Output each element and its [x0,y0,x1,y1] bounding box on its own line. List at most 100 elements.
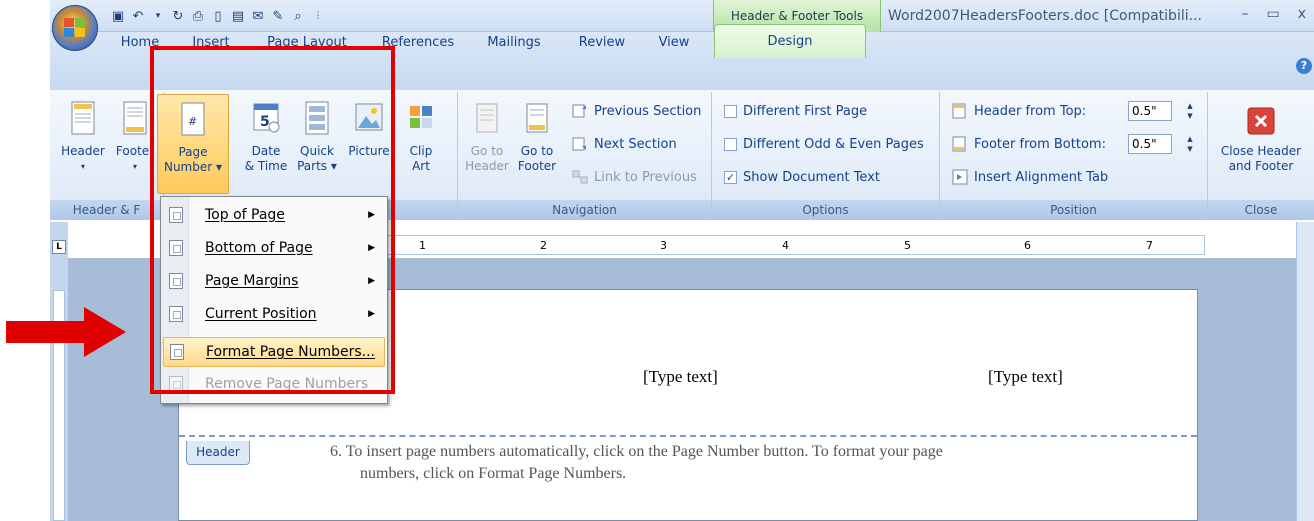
page-number-menu: Top of Page ▶ Bottom of Page ▶ Page Marg… [160,196,388,404]
menu-item-page-margins[interactable]: Page Margins ▶ [163,266,385,296]
show-document-text-label: Show Document Text [743,169,880,185]
header-button[interactable]: Header ▾ [56,100,110,174]
customize-qat-icon[interactable]: ⫶ [310,8,326,24]
tab-design[interactable]: Design [714,24,866,58]
menu-item-format-page-numbers[interactable]: Format Page Numbers... [163,337,385,367]
close-button[interactable]: x [1298,6,1306,22]
instruction-text: 6. To insert page numbers automatically,… [330,441,1160,485]
submenu-arrow-icon: ▶ [368,276,375,286]
menu-item-current-position[interactable]: Current Position ▶ [163,299,385,329]
menu-item-remove-page-numbers[interactable]: Remove Page Numbers [163,369,385,399]
alignment-tab-icon [952,169,968,185]
quick-parts-label-1: Quick [300,144,334,158]
footer-from-bottom-row: Footer from Bottom: [952,133,1106,155]
tab-review[interactable]: Review [574,32,630,54]
different-odd-even-label: Different Odd & Even Pages [743,136,924,152]
instruction-line-1: 6. To insert page numbers automatically,… [330,443,943,460]
instruction-line-2: numbers, click on Format Page Numbers. [360,465,627,482]
quick-parts-button[interactable]: Quick Parts ▾ [292,100,342,174]
clip-art-button[interactable]: Clip Art [398,100,444,174]
tab-selector-button[interactable]: L [52,240,66,254]
header-from-top-spinner[interactable]: ▲ ▼ [1184,101,1196,121]
format-page-numbers-icon [170,344,184,360]
header-from-top-input[interactable] [1128,101,1172,121]
link-to-previous-button[interactable]: Link to Previous [572,166,697,188]
minimize-button[interactable]: – [1241,6,1248,22]
ruler-tick: 7 [1146,239,1153,252]
show-document-text-checkbox[interactable]: ✓ [724,170,737,184]
different-odd-even-option[interactable]: Different Odd & Even Pages [724,133,924,155]
print-preview-icon[interactable]: ⌕ [290,8,306,24]
picture-label: Picture [348,144,390,158]
footer-from-bottom-input[interactable] [1128,134,1172,154]
help-icon[interactable]: ? [1296,58,1312,74]
picture-icon [355,103,383,131]
clip-art-label-2: Art [412,159,430,173]
clip-art-label-1: Clip [409,144,433,158]
different-odd-even-checkbox[interactable] [724,137,737,151]
footer-button[interactable]: Footer ▾ [112,100,158,174]
previous-section-label: Previous Section [594,103,702,119]
date-time-button[interactable]: 5 Date & Time [242,100,290,174]
undo-icon[interactable]: ↶ [130,8,146,24]
tab-view[interactable]: View [652,32,696,54]
insert-alignment-tab-button[interactable]: Insert Alignment Tab [952,166,1108,188]
header-placeholder-center[interactable]: [Type text] [643,367,718,387]
tab-mailings[interactable]: Mailings [480,32,548,54]
calendar-icon: 5 [253,103,280,133]
goto-footer-button[interactable]: Go to Footer [512,100,562,174]
page-icon [169,207,183,223]
next-section-button[interactable]: Next Section [572,133,677,155]
footer-from-bottom-spinner[interactable]: ▲ ▼ [1184,134,1196,154]
position-group-label: Position [940,200,1207,220]
red-arrow-icon [6,307,126,357]
show-document-text-option[interactable]: ✓ Show Document Text [724,166,880,188]
open-folder-icon[interactable]: ▤ [230,8,246,24]
goto-header-label-1: Go to [470,144,504,158]
tab-page-layout[interactable]: Page Layout [262,32,352,54]
menu-item-bottom-of-page[interactable]: Bottom of Page ▶ [163,233,385,263]
spelling-icon[interactable]: ✎ [270,8,286,24]
previous-section-button[interactable]: Previous Section [572,100,701,122]
repeat-icon[interactable]: ↻ [170,8,186,24]
save-icon[interactable]: ▣ [110,8,126,24]
goto-footer-label-2: Footer [517,159,557,173]
email-icon[interactable]: ✉ [250,8,266,24]
ruler-tick: 4 [782,239,789,252]
goto-header-button[interactable]: Go to Header [464,100,510,174]
header-tab-label: Header [186,441,250,465]
header-position-icon [952,103,966,119]
tab-insert[interactable]: Insert [186,32,236,54]
next-section-label: Next Section [594,136,677,152]
office-button[interactable] [52,5,98,51]
document-title: Word2007HeadersFooters.doc [Compatibili.… [888,8,1202,24]
ruler-tick: 1 [419,239,426,252]
link-to-previous-label: Link to Previous [594,169,697,185]
goto-header-icon [476,103,498,133]
page-number-button[interactable]: # Page Number ▾ [157,94,229,194]
page-icon [169,306,183,322]
menu-item-top-of-page[interactable]: Top of Page ▶ [163,200,385,230]
office-logo-icon [64,18,86,38]
date-time-label-2: & Time [244,159,288,173]
footer-button-label: Footer [115,144,155,158]
print-icon[interactable]: ⎙ [190,8,206,24]
quick-parts-label-2: Parts ▾ [297,159,337,173]
close-red-icon [1247,107,1275,135]
page-number-icon: # [181,102,205,136]
different-first-page-checkbox[interactable] [724,104,737,118]
next-section-icon [572,137,586,151]
tab-references[interactable]: References [376,32,460,54]
date-time-label-1: Date [251,144,281,158]
tab-home[interactable]: Home [112,32,168,54]
dropdown-icon[interactable]: ▾ [150,8,166,24]
vertical-scrollbar[interactable] [1296,222,1314,521]
submenu-arrow-icon: ▶ [368,309,375,319]
insert-alignment-tab-label: Insert Alignment Tab [974,169,1109,185]
different-first-page-option[interactable]: Different First Page [724,100,867,122]
close-header-footer-button[interactable]: Close Header and Footer [1214,106,1308,174]
picture-button[interactable]: Picture [344,100,394,159]
restore-button[interactable]: ▭ [1266,6,1279,22]
header-placeholder-right[interactable]: [Type text] [988,367,1063,387]
new-document-icon[interactable]: ▯ [210,8,226,24]
